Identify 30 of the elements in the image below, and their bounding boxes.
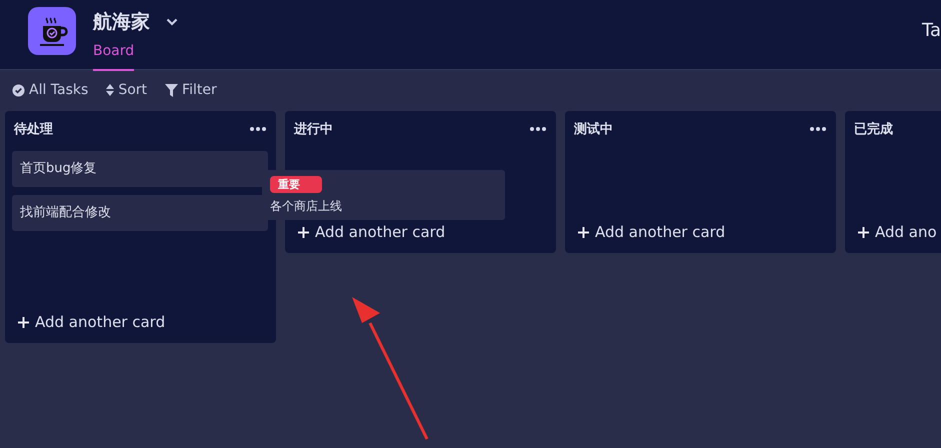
plus-icon <box>298 226 309 238</box>
check-circle-icon <box>12 84 25 96</box>
more-icon[interactable] <box>810 127 826 131</box>
add-card-button[interactable]: Add another card <box>572 221 732 243</box>
tag: 重要 <box>270 176 322 193</box>
filter-button[interactable]: Filter <box>163 82 219 98</box>
task-card[interactable]: 找前端配合修改 <box>12 195 268 231</box>
plus-icon <box>858 226 869 238</box>
more-icon[interactable] <box>530 127 546 131</box>
more-icon[interactable] <box>250 127 266 131</box>
filter-icon <box>165 84 178 96</box>
plus-icon <box>18 316 29 328</box>
header-text: Ta <box>922 20 941 41</box>
add-card-button[interactable]: Add another card <box>12 311 172 333</box>
task-card[interactable]: 首页bug修复 <box>12 151 268 187</box>
chevron-down-icon[interactable] <box>166 18 178 26</box>
card-title: 各个商店上线 <box>270 199 342 213</box>
check-button[interactable]: All Tasks <box>10 82 90 98</box>
dragged-card[interactable]: 重要 各个商店上线 <box>262 170 505 220</box>
column-title: 测试中 <box>574 121 613 138</box>
plus-icon <box>578 226 589 238</box>
add-card-button[interactable]: Add another card <box>292 221 452 243</box>
column-title: 已完成 <box>854 120 893 138</box>
app-logo-icon <box>28 7 76 55</box>
column-title: 进行中 <box>294 121 333 138</box>
add-card-button[interactable]: Add ano <box>852 221 941 243</box>
column-title: 待处理 <box>14 121 53 138</box>
sort-button[interactable]: Sort <box>104 82 150 98</box>
sort-icon <box>106 84 114 96</box>
app-name: 航海家 <box>93 10 150 35</box>
